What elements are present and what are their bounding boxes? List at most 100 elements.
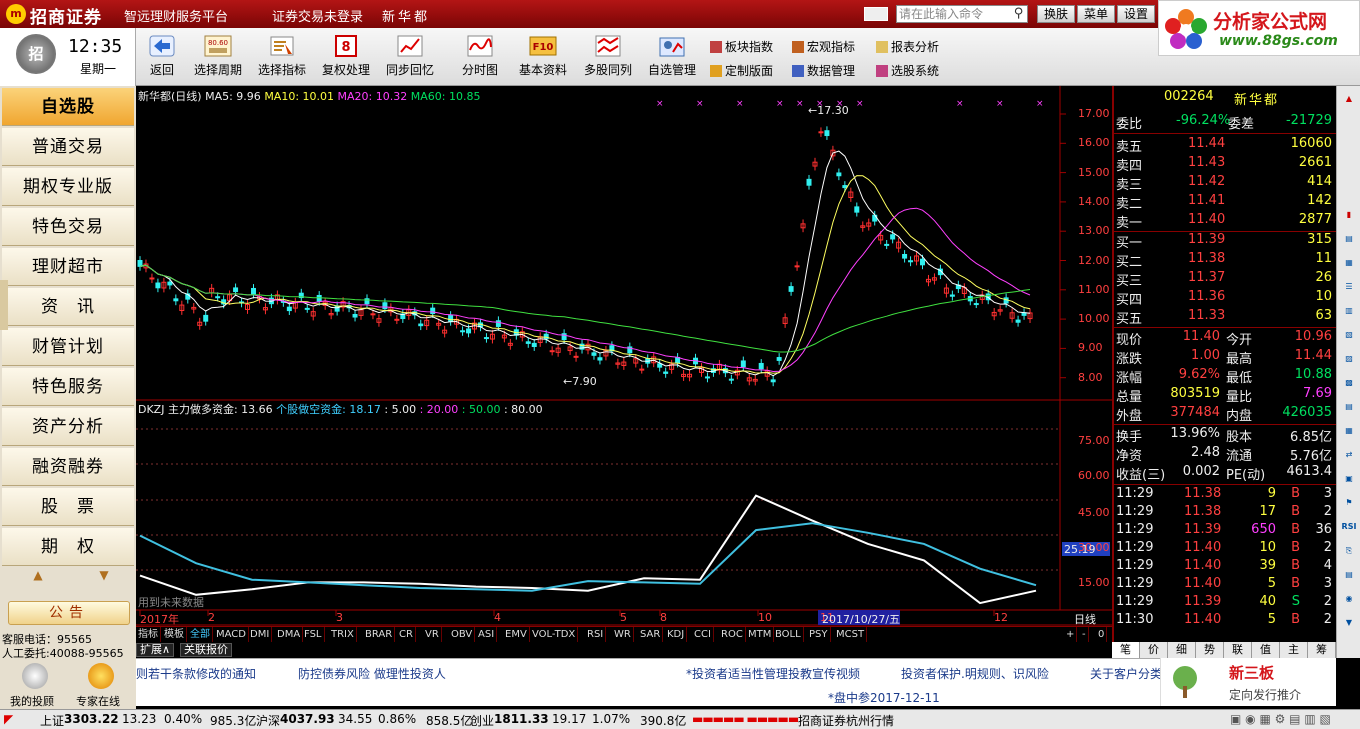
sidebar-scroll-down-icon[interactable]: ▼ bbox=[74, 568, 134, 586]
toolbar-link-data[interactable]: 数据管理 bbox=[792, 62, 855, 79]
sidebar-item[interactable]: 股 票 bbox=[2, 488, 134, 526]
kline-chart[interactable]: × × × × × × × × × × × bbox=[136, 86, 1112, 626]
login-status[interactable]: 证券交易未登录 bbox=[272, 6, 363, 25]
grid-icon[interactable]: ▦ bbox=[1339, 254, 1359, 272]
note-icon[interactable]: ▤ bbox=[1339, 566, 1359, 584]
indicator-tab-control[interactable]: 0 bbox=[1096, 627, 1108, 642]
news-item[interactable]: 关于客户分类 bbox=[1090, 665, 1162, 682]
indicator-tab[interactable]: MTM bbox=[746, 627, 775, 642]
sidebar-item[interactable]: 理财超市 bbox=[2, 248, 134, 286]
indicator-tab[interactable]: BRAR bbox=[363, 627, 396, 642]
toolbar-watchlist-button[interactable]: 自选管理 bbox=[644, 32, 700, 84]
xsb-promo[interactable]: 新三板 定向发行推介 bbox=[1160, 658, 1336, 706]
toolbar-period-button[interactable]: 80.60 选择周期 bbox=[190, 32, 246, 84]
indicator-tab[interactable]: FSL bbox=[302, 627, 325, 642]
indicator-tab[interactable]: TRIX bbox=[329, 627, 357, 642]
keyboard-icon[interactable] bbox=[864, 7, 888, 21]
sh-index-label[interactable]: 上证 bbox=[40, 712, 64, 729]
news-item[interactable]: 投资者保护.明规则、识风险 bbox=[901, 665, 1049, 682]
indicator-tab[interactable]: 模板 bbox=[162, 627, 187, 642]
app-home-icon[interactable]: 招 bbox=[16, 34, 56, 74]
book-icon[interactable]: ▦ bbox=[1339, 422, 1359, 440]
toolbar-link-report[interactable]: 报表分析 bbox=[876, 38, 939, 55]
menu-button[interactable]: 菜单 bbox=[1077, 5, 1115, 23]
toolbar-sync-recall-button[interactable]: 同步回忆 bbox=[382, 32, 438, 84]
flag-icon[interactable]: ⚑ bbox=[1339, 494, 1359, 512]
extension-tab[interactable]: 关联报价 bbox=[180, 643, 232, 657]
toolbar-multi-stock-button[interactable]: 多股同列 bbox=[580, 32, 636, 84]
indicator-tab-control[interactable]: - bbox=[1080, 627, 1089, 642]
up-arrow-icon[interactable]: ▲ bbox=[1339, 90, 1359, 108]
indicator-tab[interactable]: KDJ bbox=[665, 627, 688, 642]
chart-icon[interactable]: ▨ bbox=[1339, 350, 1359, 368]
tool-icon[interactable]: ▣ bbox=[1339, 470, 1359, 488]
sidebar-item[interactable]: 特色交易 bbox=[2, 208, 134, 246]
news-item[interactable]: 防控债券风险 做理性投资人 bbox=[298, 665, 446, 682]
cy-index-label[interactable]: 创业 bbox=[470, 712, 494, 729]
sidebar-item[interactable]: 财管计划 bbox=[2, 328, 134, 366]
indicator-tab-control[interactable]: + bbox=[1064, 627, 1078, 642]
toolbar-indicator-button[interactable]: 选择指标 bbox=[254, 32, 310, 84]
trend-icon[interactable]: ▤ bbox=[1339, 230, 1359, 248]
indicator-tab[interactable]: DMI bbox=[248, 627, 273, 642]
toolbar-f10-button[interactable]: F10 基本资料 bbox=[514, 32, 572, 84]
quote-tab[interactable]: 势 bbox=[1196, 642, 1224, 658]
my-advisor-icon[interactable] bbox=[22, 663, 48, 689]
indicator-tab[interactable]: CR bbox=[397, 627, 416, 642]
indicator-tab[interactable]: ASI bbox=[476, 627, 498, 642]
swap-icon[interactable]: ⇄ bbox=[1339, 446, 1359, 464]
quote-tab[interactable]: 细 bbox=[1168, 642, 1196, 658]
sidebar-collapse-handle[interactable] bbox=[0, 280, 8, 330]
indicator-tab[interactable]: MACD bbox=[214, 627, 249, 642]
news-item[interactable]: *盘中参2017-12-11 bbox=[828, 689, 940, 706]
stats-icon[interactable]: ▤ bbox=[1339, 398, 1359, 416]
indicator-tab[interactable]: SAR bbox=[638, 627, 664, 642]
quote-tab[interactable]: 联 bbox=[1224, 642, 1252, 658]
expert-online-icon[interactable] bbox=[88, 663, 114, 689]
quote-tab[interactable]: 价 bbox=[1140, 642, 1168, 658]
indicator-tab[interactable]: VOL-TDX bbox=[530, 627, 579, 642]
sidebar-item[interactable]: 特色服务 bbox=[2, 368, 134, 406]
sidebar-item[interactable]: 普通交易 bbox=[2, 128, 134, 166]
quote-tab[interactable]: 值 bbox=[1252, 642, 1280, 658]
extension-tab[interactable]: 扩展∧ bbox=[136, 643, 175, 657]
toolbar-link-macro[interactable]: 宏观指标 bbox=[792, 38, 855, 55]
expert-online-label[interactable]: 专家在线 bbox=[76, 693, 120, 709]
indicator-tab[interactable]: OBV bbox=[449, 627, 476, 642]
layout-icon[interactable]: ▥ bbox=[1339, 302, 1359, 320]
sidebar-item[interactable]: 资 讯 bbox=[2, 288, 134, 326]
sidebar-item[interactable]: 自选股 bbox=[2, 88, 134, 126]
share-icon[interactable]: ⎘ bbox=[1339, 542, 1359, 560]
alert-icon[interactable]: ◉ bbox=[1339, 590, 1359, 608]
toolbar-link-screener[interactable]: 选股系统 bbox=[876, 62, 939, 79]
quote-tab[interactable]: 筹 bbox=[1308, 642, 1336, 658]
settings-button[interactable]: 设置 bbox=[1117, 5, 1155, 23]
indicator-tab[interactable]: ROC bbox=[719, 627, 746, 642]
indicator-tab[interactable]: MCST bbox=[834, 627, 868, 642]
indicator-tab[interactable]: 全部 bbox=[188, 627, 213, 642]
indicator-tab[interactable]: DMA bbox=[275, 627, 304, 642]
down-arrow-icon[interactable]: ▼ bbox=[1339, 614, 1359, 632]
list-icon[interactable]: ☰ bbox=[1339, 278, 1359, 296]
indicator-tab[interactable]: RSI bbox=[585, 627, 607, 642]
toolbar-link-sector[interactable]: 板块指数 bbox=[710, 38, 773, 55]
period-label[interactable]: 日线 bbox=[1074, 611, 1096, 627]
status-tools-icon[interactable]: ▣ ◉ ▦ ⚙ ▤ ▥ ▧ bbox=[1230, 712, 1331, 726]
toolbar-restore-rights-button[interactable]: 8 复权处理 bbox=[318, 32, 374, 84]
notice-button[interactable]: 公告 bbox=[8, 601, 130, 625]
sidebar-item[interactable]: 期 权 bbox=[2, 528, 134, 566]
table-icon[interactable]: ▩ bbox=[1339, 374, 1359, 392]
bar-chart-icon[interactable]: ▮ bbox=[1339, 206, 1359, 224]
news-item[interactable]: *投资者适当性管理投教宣传视频 bbox=[686, 665, 860, 682]
rsi-icon[interactable]: RSI bbox=[1339, 518, 1359, 536]
skin-button[interactable]: 换肤 bbox=[1037, 5, 1075, 23]
sidebar-item[interactable]: 期权专业版 bbox=[2, 168, 134, 206]
indicator-tab[interactable]: PSY bbox=[807, 627, 831, 642]
sidebar-item[interactable]: 融资融券 bbox=[2, 448, 134, 486]
search-icon[interactable]: ⚲ bbox=[1009, 5, 1028, 23]
my-advisor-label[interactable]: 我的投顾 bbox=[10, 693, 54, 709]
indicator-tab[interactable]: EMV bbox=[503, 627, 530, 642]
sz-index-label[interactable]: 沪深 bbox=[256, 712, 280, 729]
indicator-tab[interactable]: 指标 bbox=[136, 627, 161, 642]
sidebar-scroll-up-icon[interactable]: ▲ bbox=[8, 568, 68, 586]
